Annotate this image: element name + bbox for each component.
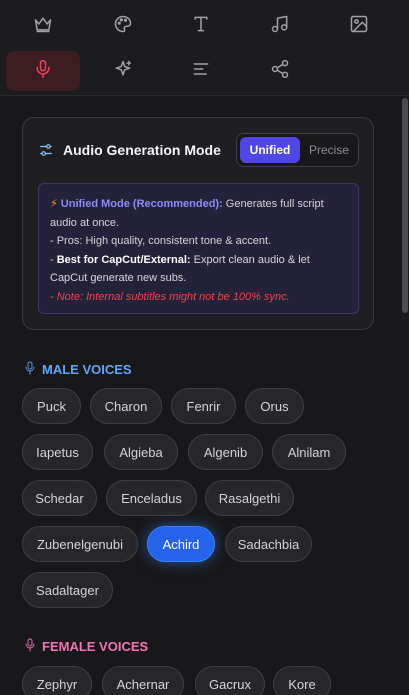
tab-palette[interactable]: [86, 6, 160, 46]
audio-mode-card: Audio Generation Mode Unified Precise ⚡ …: [22, 117, 374, 330]
tab-effects[interactable]: [86, 51, 160, 91]
voice-chip[interactable]: Iapetus: [22, 434, 93, 470]
tab-voice[interactable]: [6, 51, 80, 91]
mode-info-box: ⚡ Unified Mode (Recommended): Generates …: [38, 183, 359, 314]
toolbar: [0, 0, 409, 96]
tab-subtitles[interactable]: [164, 51, 238, 91]
share-icon: [270, 59, 290, 84]
voice-chip[interactable]: Achernar: [102, 666, 184, 695]
voice-chip[interactable]: Zephyr: [22, 666, 92, 695]
precise-mode-button[interactable]: Precise: [302, 137, 356, 163]
voice-chip[interactable]: Kore: [273, 666, 331, 695]
mode-toggle: Unified Precise: [236, 133, 359, 167]
tab-image[interactable]: [322, 6, 396, 46]
sparkles-icon: [113, 59, 133, 84]
mode-title: Audio Generation Mode: [63, 142, 221, 158]
voice-chip[interactable]: Schedar: [22, 480, 97, 516]
voice-chip[interactable]: Sadaltager: [22, 572, 113, 608]
info-best-for: - Best for CapCut/External: Export clean…: [50, 253, 310, 285]
voice-chip[interactable]: Sadachbia: [225, 526, 312, 562]
voice-chip[interactable]: Gacrux: [195, 666, 265, 695]
female-voices-heading: FEMALE VOICES: [24, 638, 148, 655]
voice-chip[interactable]: Charon: [90, 388, 162, 424]
microphone-icon: [24, 361, 36, 378]
music-icon: [270, 14, 290, 39]
info-pros: - Pros: High quality, consistent tone & …: [50, 235, 272, 247]
voice-chip-selected[interactable]: Achird: [147, 526, 215, 562]
voice-chip[interactable]: Enceladus: [106, 480, 197, 516]
male-voices-heading: MALE VOICES: [24, 361, 132, 378]
voice-chip[interactable]: Algieba: [104, 434, 178, 470]
image-icon: [349, 14, 369, 39]
voice-chip[interactable]: Zubenelgenubi: [22, 526, 138, 562]
lightning-icon: ⚡: [50, 198, 58, 210]
tab-music[interactable]: [243, 6, 317, 46]
tab-share[interactable]: [243, 51, 317, 91]
voice-chip[interactable]: Puck: [22, 388, 81, 424]
info-note: - Note: Internal subtitles might not be …: [50, 290, 290, 303]
scrollbar-thumb[interactable]: [402, 98, 408, 313]
voice-chip[interactable]: Orus: [245, 388, 304, 424]
microphone-icon: [24, 638, 36, 655]
info-headline: ⚡ Unified Mode (Recommended): Generates …: [50, 198, 324, 229]
voice-chip[interactable]: Fenrir: [171, 388, 236, 424]
tab-text[interactable]: [164, 6, 238, 46]
voice-chip[interactable]: Algenib: [188, 434, 263, 470]
sliders-icon: [39, 143, 53, 157]
crown-icon: [33, 14, 53, 39]
align-left-icon: [191, 59, 211, 84]
voice-chip[interactable]: Rasalgethi: [205, 480, 294, 516]
microphone-icon: [33, 59, 53, 84]
tab-crown[interactable]: [6, 6, 80, 46]
unified-mode-button[interactable]: Unified: [240, 137, 300, 163]
voice-chip[interactable]: Alnilam: [272, 434, 346, 470]
text-icon: [191, 14, 211, 39]
palette-icon: [113, 14, 133, 39]
